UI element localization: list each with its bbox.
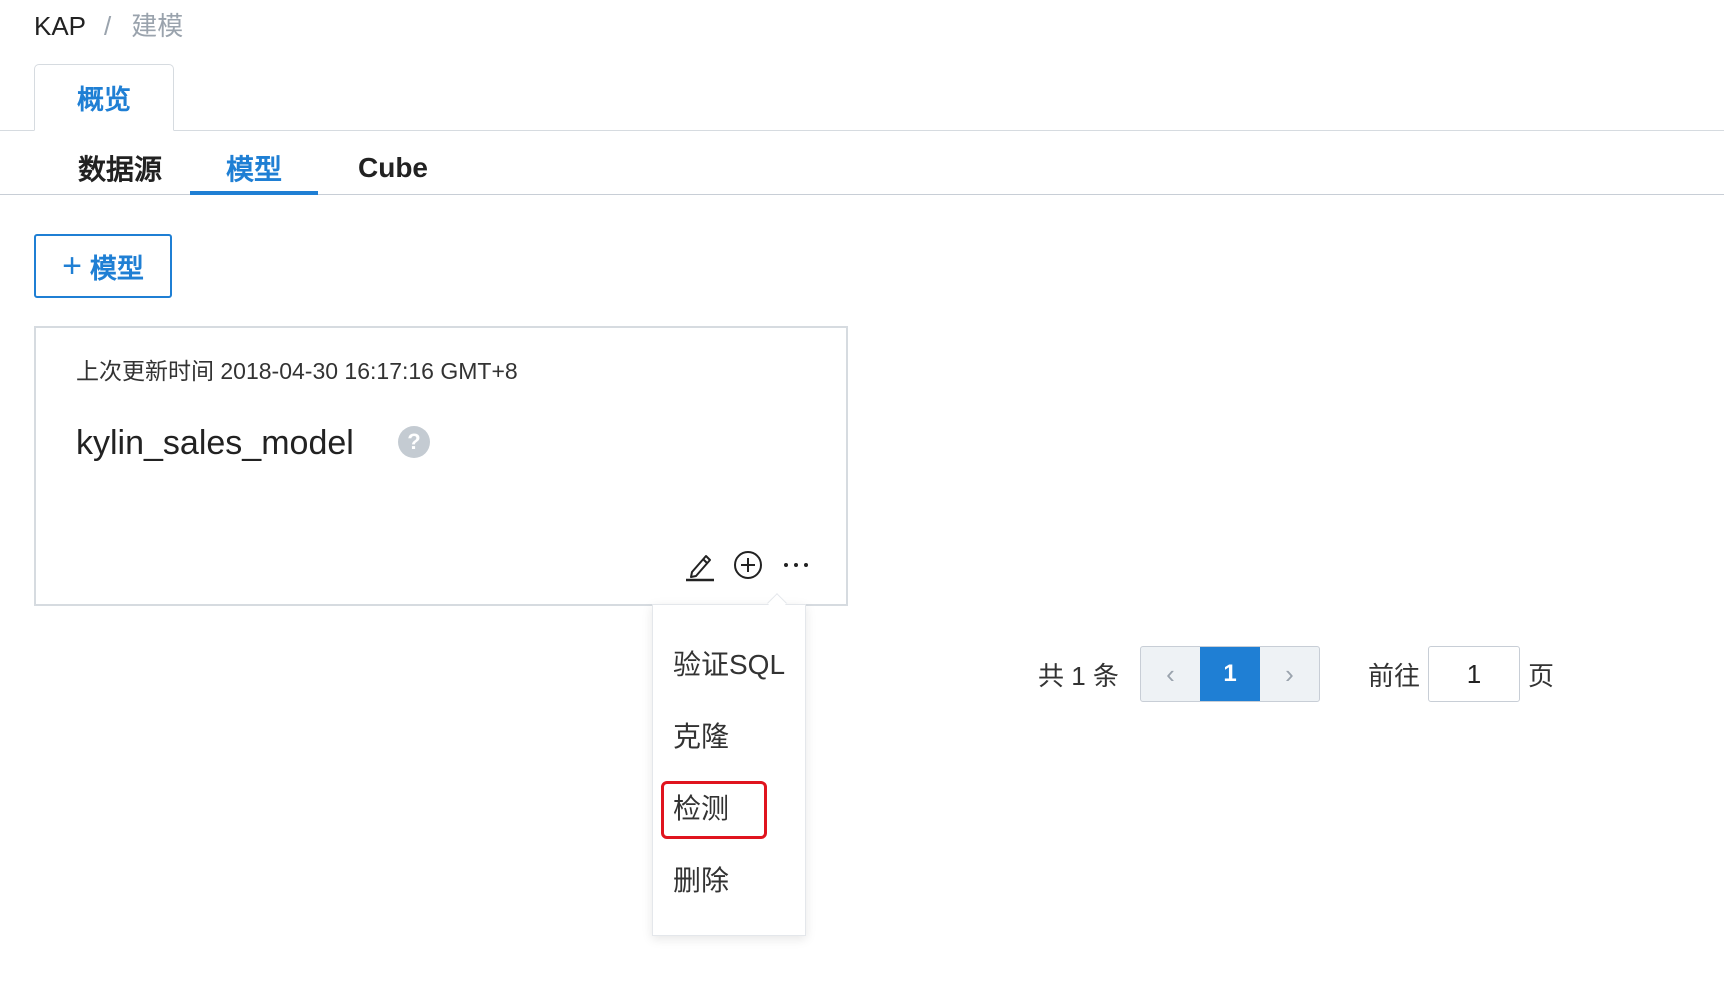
card-actions bbox=[684, 548, 812, 582]
highlight-box bbox=[661, 781, 767, 839]
breadcrumb-current: 建模 bbox=[131, 11, 184, 41]
goto-page-input[interactable] bbox=[1428, 646, 1520, 702]
breadcrumb-separator: / bbox=[104, 11, 112, 41]
more-actions-menu: 验证SQL 克隆 检测 删除 bbox=[652, 604, 806, 936]
active-tab-indicator bbox=[190, 191, 318, 195]
more-icon[interactable] bbox=[780, 548, 812, 582]
edit-icon[interactable] bbox=[684, 548, 716, 582]
top-tab-divider bbox=[0, 130, 1724, 131]
model-card[interactable]: 上次更新时间 2018-04-30 16:17:16 GMT+8 kylin_s… bbox=[34, 326, 848, 606]
help-icon[interactable]: ? bbox=[398, 426, 430, 458]
menu-item-validate-sql[interactable]: 验证SQL bbox=[673, 643, 785, 683]
model-name[interactable]: kylin_sales_model bbox=[76, 424, 354, 463]
next-page-button[interactable]: › bbox=[1260, 647, 1319, 701]
last-updated-text: 上次更新时间 2018-04-30 16:17:16 GMT+8 bbox=[76, 358, 518, 384]
breadcrumb-root[interactable]: KAP bbox=[34, 8, 86, 44]
plus-icon: + bbox=[62, 247, 82, 285]
tab-cube[interactable]: Cube bbox=[350, 142, 436, 194]
add-circle-icon[interactable] bbox=[732, 548, 764, 582]
tab-datasource[interactable]: 数据源 bbox=[70, 142, 170, 194]
total-count: 共 1 条 bbox=[1038, 661, 1119, 691]
menu-item-clone[interactable]: 克隆 bbox=[673, 715, 729, 755]
chevron-left-icon: ‹ bbox=[1166, 658, 1175, 689]
chevron-right-icon: › bbox=[1285, 658, 1294, 689]
tab-overview[interactable]: 概览 bbox=[34, 64, 174, 131]
page-unit-label: 页 bbox=[1528, 661, 1555, 691]
menu-item-delete[interactable]: 删除 bbox=[673, 859, 729, 899]
prev-page-button[interactable]: ‹ bbox=[1141, 647, 1200, 701]
pager: ‹ 1 › bbox=[1140, 646, 1320, 702]
current-page[interactable]: 1 bbox=[1200, 647, 1260, 701]
goto-label: 前往 bbox=[1368, 661, 1421, 691]
add-model-label: 模型 bbox=[89, 253, 144, 284]
tab-model[interactable]: 模型 bbox=[190, 142, 318, 194]
breadcrumb: KAP / 建模 bbox=[34, 8, 183, 44]
add-model-button[interactable]: + 模型 bbox=[34, 234, 172, 298]
